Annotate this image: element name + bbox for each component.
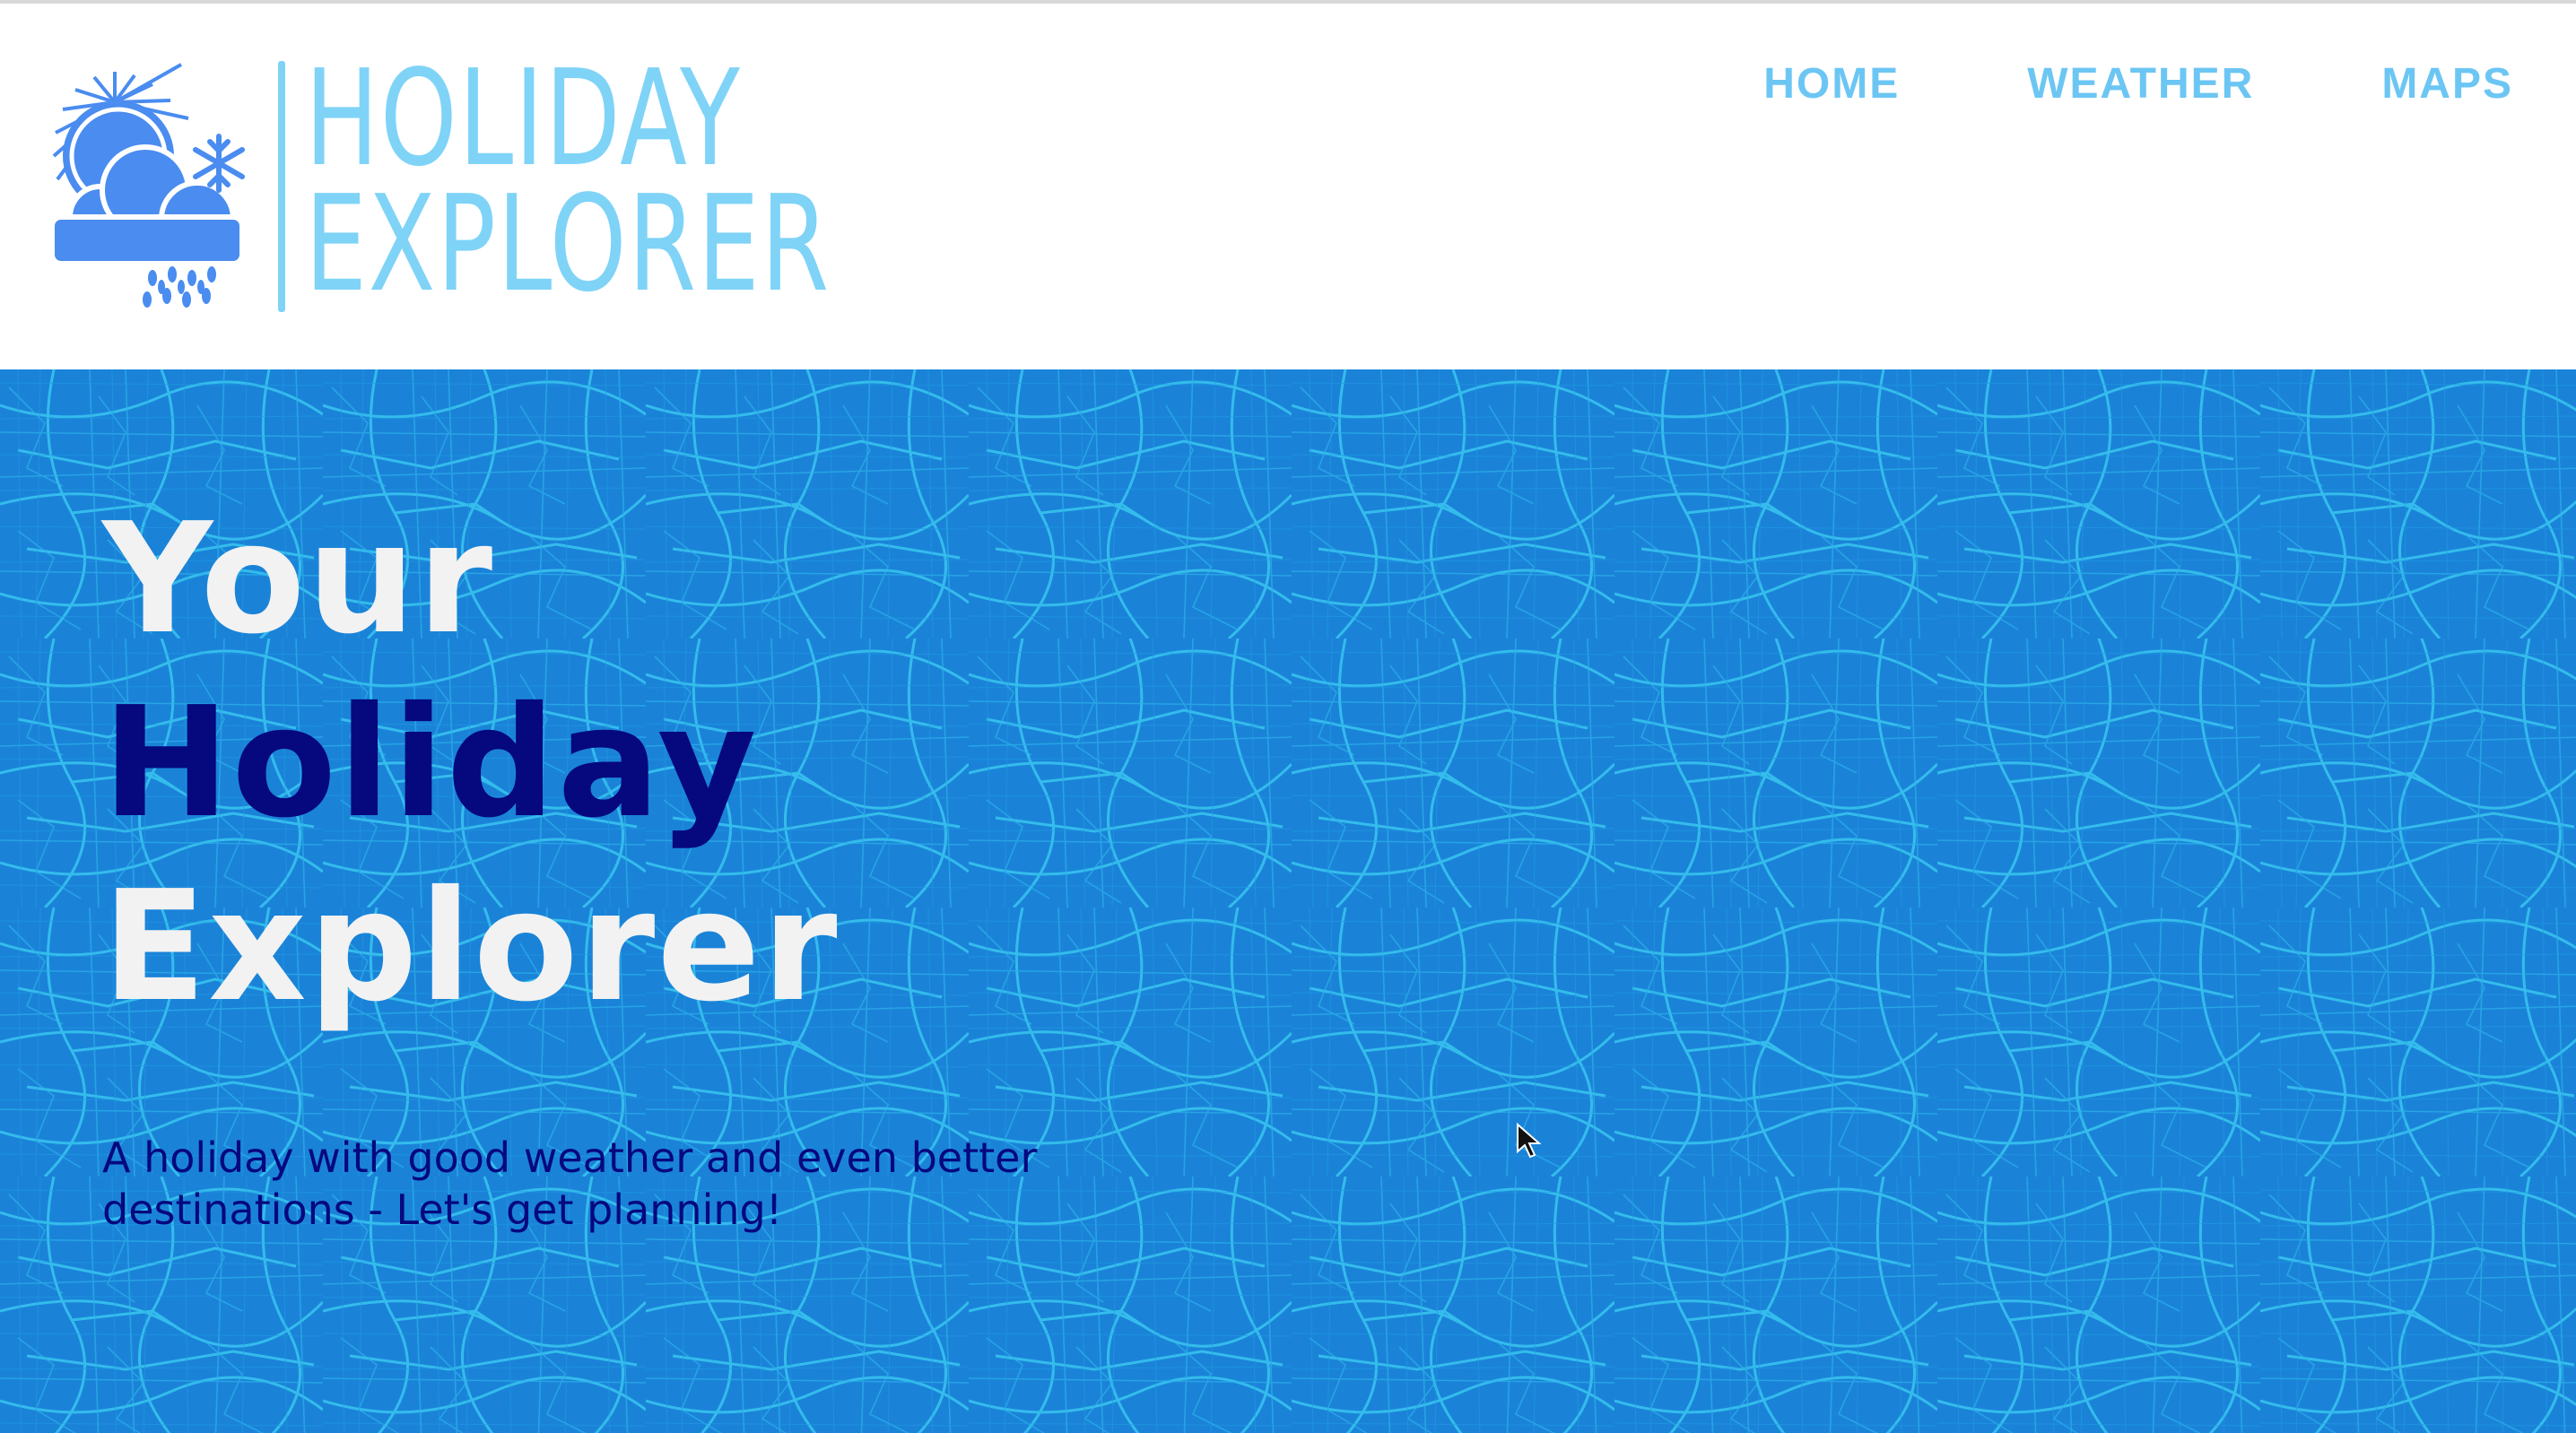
nav-weather-link[interactable]: WEATHER [2027,59,2254,109]
logo-link[interactable]: HOLIDAY EXPLORER [45,41,852,325]
logo-wordmark: HOLIDAY EXPLORER [305,41,831,321]
site-header: HOLIDAY EXPLORER HOME WEATHER MAPS [0,4,2576,369]
logo-line-1: HOLIDAY [305,41,742,195]
hero-title-line-2: Holiday [102,674,759,852]
hero-title-line-1: Your [102,491,495,668]
hero-title-line-3: Explorer [102,858,840,1036]
hero-subtitle: A holiday with good weather and even bet… [102,1133,1038,1234]
main-nav: HOME WEATHER MAPS [1763,59,2513,109]
mouse-cursor-icon [1517,1123,1541,1159]
hero-section: Your Holiday Explorer A holiday with goo… [0,369,2576,1433]
weather-logo-icon [49,63,245,308]
logo-divider [278,61,285,312]
hero-title: Your Holiday Explorer [102,488,840,1039]
nav-maps-link[interactable]: MAPS [2381,59,2513,109]
logo-line-2: EXPLORER [305,167,831,321]
nav-home-link[interactable]: HOME [1763,59,1900,109]
